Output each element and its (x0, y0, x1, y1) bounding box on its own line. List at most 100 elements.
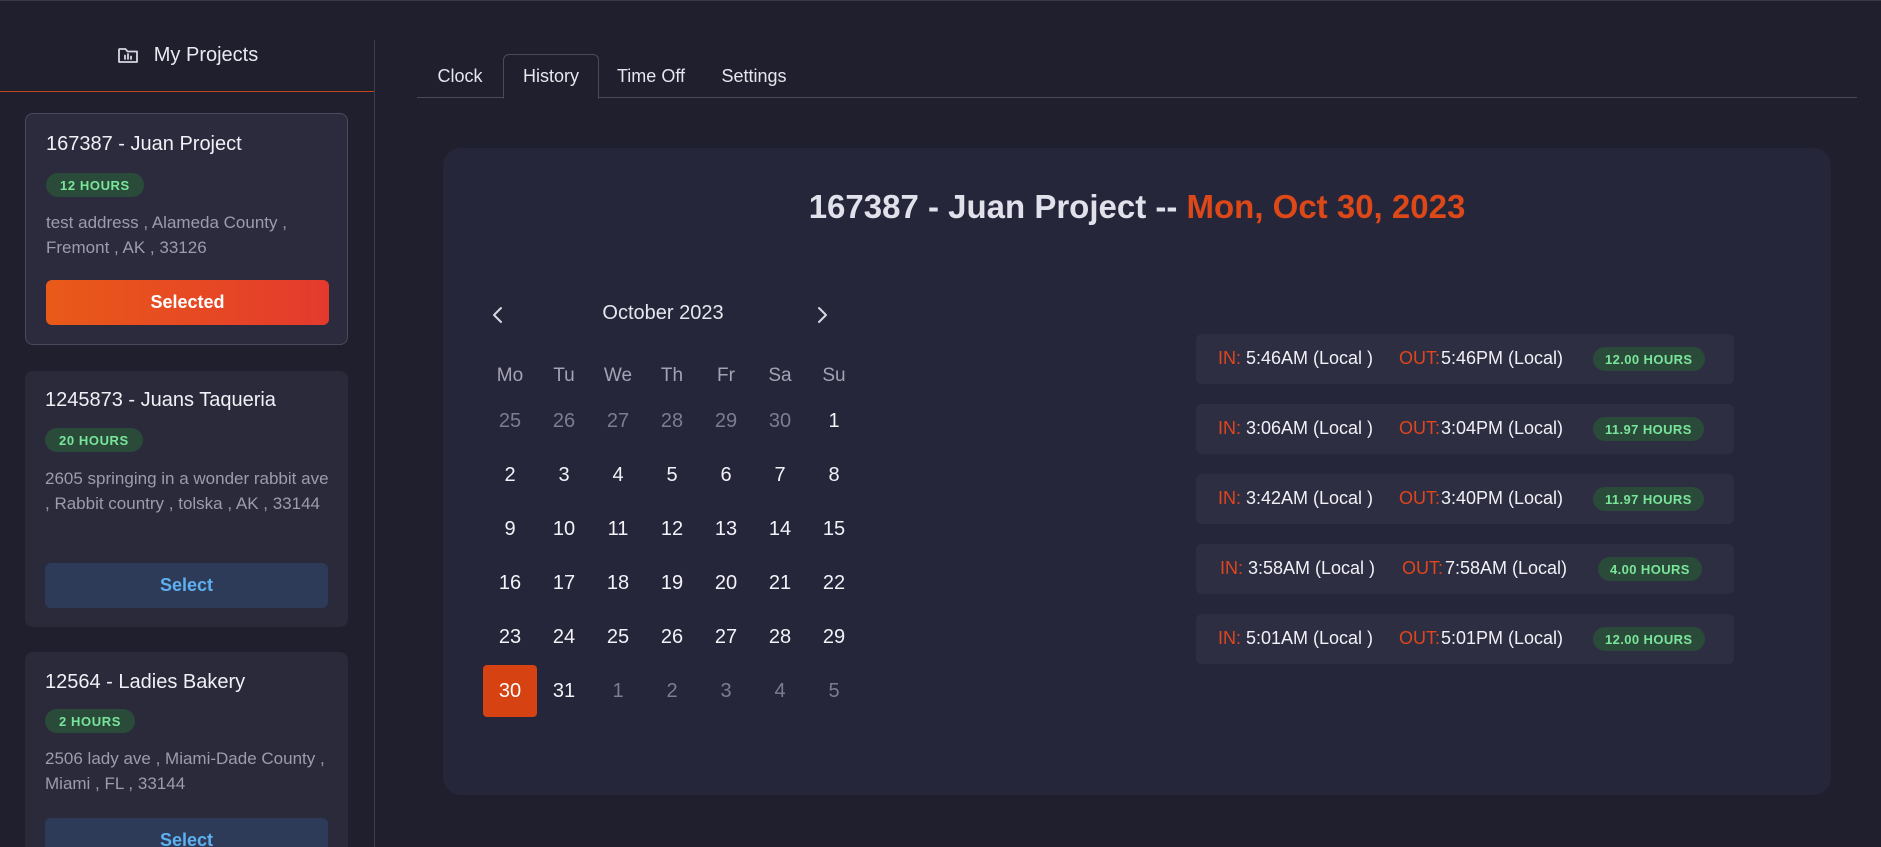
week-row: 9 10 11 12 13 14 15 (483, 502, 861, 556)
hours-badge: 12.00 HOURS (1593, 347, 1705, 371)
calendar-day[interactable]: 6 (699, 449, 753, 501)
calendar-day[interactable]: 28 (645, 395, 699, 447)
calendar-day[interactable]: 8 (807, 449, 861, 501)
sidebar-divider (374, 40, 375, 847)
weekday-label: We (603, 365, 633, 386)
calendar-day[interactable]: 3 (537, 449, 591, 501)
calendar-month: October 2023 (602, 302, 724, 324)
calendar-day[interactable]: 23 (483, 611, 537, 663)
tab-settings[interactable]: Settings (703, 54, 805, 98)
select-button[interactable]: Select (45, 563, 328, 608)
calendar-day[interactable]: 21 (753, 557, 807, 609)
project-name: 167387 - Juan Project (46, 133, 242, 155)
project-card[interactable]: 167387 - Juan Project 12 HOURS test addr… (25, 113, 348, 345)
calendar-day[interactable]: 20 (699, 557, 753, 609)
folder-chart-icon (116, 43, 140, 67)
calendar-day[interactable]: 25 (483, 395, 537, 447)
calendar-day[interactable]: 11 (591, 503, 645, 555)
hours-badge: 20 HOURS (45, 428, 143, 452)
heading-date: Mon, Oct 30, 2023 (1186, 188, 1466, 225)
calendar-day-selected[interactable]: 30 (483, 665, 537, 717)
time-entry: IN: 5:46AM (Local ) OUT: 5:46PM (Local) … (1196, 334, 1734, 384)
calendar-day[interactable]: 31 (537, 665, 591, 717)
calendar-day[interactable]: 14 (753, 503, 807, 555)
chevron-right-icon (818, 307, 827, 323)
calendar-day[interactable]: 27 (591, 395, 645, 447)
weekday-label: Tu (553, 365, 575, 386)
calendar-day[interactable]: 1 (807, 395, 861, 447)
in-label: IN: (1218, 628, 1242, 648)
calendar-day[interactable]: 9 (483, 503, 537, 555)
calendar-day[interactable]: 5 (645, 449, 699, 501)
project-card[interactable]: 12564 - Ladies Bakery 2 HOURS 2506 lady … (25, 652, 348, 847)
calendar-day[interactable]: 26 (537, 395, 591, 447)
calendar-day[interactable]: 2 (645, 665, 699, 717)
in-label: IN: (1218, 488, 1242, 508)
project-name: 1245873 - Juans Taqueria (45, 389, 276, 411)
project-card[interactable]: 1245873 - Juans Taqueria 20 HOURS 2605 s… (25, 371, 348, 627)
calendar-day[interactable]: 22 (807, 557, 861, 609)
calendar-day[interactable]: 24 (537, 611, 591, 663)
calendar-day[interactable]: 27 (699, 611, 753, 663)
hours-badge: 11.97 HOURS (1593, 417, 1704, 441)
calendar-day[interactable]: 13 (699, 503, 753, 555)
weekday-label: Mo (496, 365, 524, 386)
weekday-row: Mo Tu We Th Fr Sa Su (483, 358, 861, 394)
page-title: 167387 - Juan Project -- Mon, Oct 30, 20… (443, 188, 1831, 226)
next-month-button[interactable] (807, 300, 837, 330)
time-entry: IN: 5:01AM (Local ) OUT: 5:01PM (Local) … (1196, 614, 1734, 664)
calendar-day[interactable]: 5 (807, 665, 861, 717)
calendar-day[interactable]: 18 (591, 557, 645, 609)
in-label: IN: (1218, 348, 1242, 368)
tab-clock[interactable]: Clock (417, 54, 503, 98)
tab-time-off[interactable]: Time Off (599, 54, 703, 98)
heading-project: 167387 - Juan Project -- (808, 188, 1178, 225)
project-name: 12564 - Ladies Bakery (45, 671, 246, 693)
calendar-day[interactable]: 29 (699, 395, 753, 447)
week-row: 2 3 4 5 6 7 8 (483, 448, 861, 502)
selected-button[interactable]: Selected (46, 280, 329, 325)
tab-history[interactable]: History (503, 54, 599, 99)
time-entry: IN: 3:06AM (Local ) OUT: 3:04PM (Local) … (1196, 404, 1734, 454)
project-address: 2605 springing in a wonder rabbit ave , … (45, 469, 329, 513)
weekday-label: Sa (768, 365, 792, 386)
out-time: 3:40PM (Local) (1441, 488, 1564, 508)
out-time: 5:46PM (Local) (1441, 348, 1564, 368)
prev-month-button[interactable] (483, 300, 513, 330)
out-label: OUT: (1399, 418, 1441, 438)
calendar-day[interactable]: 16 (483, 557, 537, 609)
calendar-day[interactable]: 7 (753, 449, 807, 501)
calendar-day[interactable]: 4 (591, 449, 645, 501)
out-label: OUT: (1399, 628, 1441, 648)
calendar-day[interactable]: 26 (645, 611, 699, 663)
calendar-day[interactable]: 28 (753, 611, 807, 663)
chevron-left-icon (493, 307, 502, 323)
hours-badge: 12 HOURS (46, 173, 144, 197)
calendar-day[interactable]: 2 (483, 449, 537, 501)
calendar-day[interactable]: 10 (537, 503, 591, 555)
sidebar-title: My Projects (153, 44, 259, 66)
out-label: OUT: (1399, 488, 1441, 508)
calendar-day[interactable]: 30 (753, 395, 807, 447)
select-button[interactable]: Select (45, 818, 328, 847)
in-time: 5:46AM (Local ) (1246, 348, 1374, 368)
calendar-header: October 2023 (483, 300, 843, 330)
week-row: 30 31 1 2 3 4 5 (483, 664, 861, 718)
calendar-day[interactable]: 29 (807, 611, 861, 663)
calendar-day[interactable]: 15 (807, 503, 861, 555)
out-time: 7:58AM (Local) (1445, 558, 1568, 578)
calendar-day[interactable]: 19 (645, 557, 699, 609)
calendar-day[interactable]: 12 (645, 503, 699, 555)
calendar-day[interactable]: 3 (699, 665, 753, 717)
tab-bar: Clock History Time Off Settings (417, 54, 1857, 99)
calendar-day[interactable]: 25 (591, 611, 645, 663)
project-sidebar: My Projects 167387 - Juan Project 12 HOU… (0, 0, 375, 847)
in-time: 5:01AM (Local ) (1246, 628, 1374, 648)
calendar-day[interactable]: 17 (537, 557, 591, 609)
weekday-label: Su (822, 365, 846, 386)
out-label: OUT: (1402, 558, 1444, 578)
calendar-grid: Mo Tu We Th Fr Sa Su 25 26 27 28 29 30 1… (483, 358, 861, 718)
in-time: 3:58AM (Local ) (1248, 558, 1376, 578)
calendar-day[interactable]: 1 (591, 665, 645, 717)
calendar-day[interactable]: 4 (753, 665, 807, 717)
